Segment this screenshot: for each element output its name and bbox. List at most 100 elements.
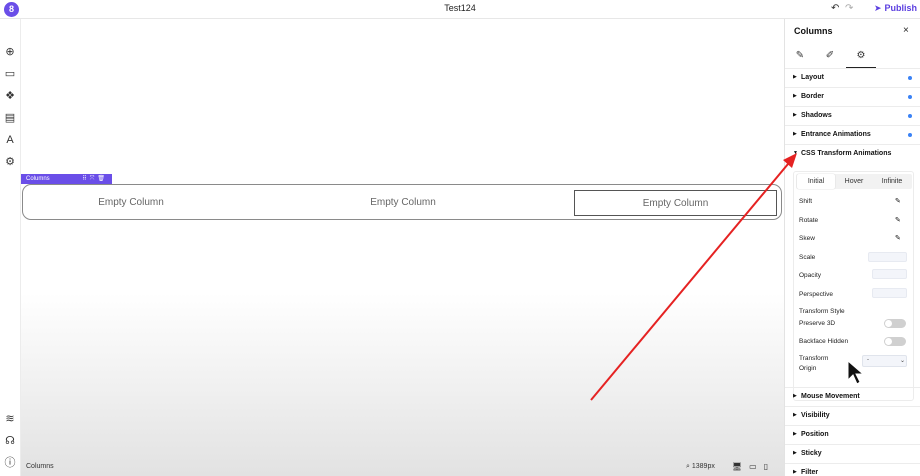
pencil-icon[interactable]: ✎ — [785, 50, 815, 61]
transform-origin-value: - — [867, 357, 869, 363]
canvas-width-value: 1389px — [691, 463, 715, 470]
add-icon[interactable]: ⊕ — [4, 46, 16, 58]
mobile-icon[interactable]: ▯ — [764, 462, 775, 471]
panel-title: Columns — [794, 26, 833, 36]
columns-block[interactable]: Empty Column Empty Column Empty Column — [22, 184, 782, 220]
scale-input[interactable] — [868, 252, 907, 262]
redo-icon[interactable]: ↷ — [845, 3, 853, 14]
preserve-3d-toggle[interactable] — [884, 319, 906, 328]
gear-icon[interactable]: ⚙ — [846, 50, 876, 68]
publish-button[interactable]: ➤ Publish — [874, 3, 917, 14]
perspective-input[interactable] — [872, 288, 907, 298]
chevron-down-icon: ⌄ — [900, 358, 906, 364]
breadcrumb[interactable]: Columns — [26, 463, 54, 470]
components-icon[interactable]: ❖ — [4, 90, 16, 102]
publish-label: Publish — [884, 3, 918, 13]
section-filter[interactable]: ▶ Filter — [785, 463, 920, 476]
canvas-width: ⌕ 1389px — [686, 463, 715, 471]
preserve-3d-label: Preserve 3D — [799, 320, 836, 327]
section-shadows[interactable]: ▶ Shadows — [785, 106, 920, 125]
tag-actions[interactable]: ⠿⤧🗑 — [82, 174, 108, 184]
section-label: Shadows — [801, 112, 832, 119]
section-sticky[interactable]: ▶ Sticky — [785, 444, 920, 463]
rotate-label: Rotate — [799, 217, 819, 224]
section-label: Visibility — [801, 412, 830, 419]
device-switcher[interactable]: 🖥▭▯ — [732, 462, 775, 471]
settings-icon[interactable]: ⚙ — [4, 156, 16, 168]
section-mouse-movement[interactable]: ▶ Mouse Movement — [785, 387, 920, 406]
scale-label: Scale — [799, 254, 816, 261]
caret-right-icon: ▶ — [793, 450, 797, 456]
selection-tag-label: Columns — [26, 176, 50, 182]
brush-icon[interactable]: ✐ — [815, 50, 845, 61]
section-label: Border — [801, 93, 824, 100]
mouse-cursor-icon — [847, 360, 864, 385]
section-label: Filter — [801, 469, 819, 476]
modified-dot — [908, 114, 912, 118]
top-bar: 8 Test124 ↶ ↷ ➤ Publish — [0, 0, 920, 19]
tab-infinite[interactable]: Infinite — [873, 174, 911, 189]
layers-icon[interactable]: ≋ — [4, 413, 16, 425]
tab-initial[interactable]: Initial — [797, 174, 835, 189]
caret-right-icon: ▶ — [793, 93, 797, 99]
caret-down-icon: ▼ — [793, 150, 798, 156]
opacity-label: Opacity — [799, 272, 822, 279]
support-icon[interactable]: ☊ — [4, 435, 16, 447]
skew-label: Skew — [799, 235, 815, 242]
column-1[interactable]: Empty Column — [31, 190, 231, 216]
properties-panel: Columns × ✎ ✐ ⚙ ▶ Layout ▶ Border ▶ Shad… — [784, 19, 920, 476]
undo-icon[interactable]: ↶ — [831, 3, 839, 14]
caret-right-icon: ▶ — [793, 412, 797, 418]
transform-origin-label-2: Origin — [799, 365, 817, 372]
edit-rotate-icon[interactable]: ✎ — [895, 216, 901, 224]
section-label: Sticky — [801, 450, 822, 457]
caret-right-icon: ▶ — [793, 112, 797, 118]
selection-tag[interactable]: Columns ⠿⤧🗑 — [21, 174, 112, 184]
left-toolbar: ⊕ ▭ ❖ ▤ A ⚙ ≋ ☊ ⓘ — [0, 19, 21, 476]
backface-hidden-toggle[interactable] — [884, 337, 906, 346]
info-icon[interactable]: ⓘ — [4, 457, 16, 469]
perspective-label: Perspective — [799, 291, 833, 298]
modified-dot — [908, 133, 912, 137]
toggle-knob — [885, 338, 892, 345]
caret-right-icon: ▶ — [793, 74, 797, 80]
edit-skew-icon[interactable]: ✎ — [895, 234, 901, 242]
shift-label: Shift — [799, 198, 813, 205]
column-2[interactable]: Empty Column — [303, 190, 503, 216]
section-border[interactable]: ▶ Border — [785, 87, 920, 106]
column-3[interactable]: Empty Column — [574, 190, 777, 216]
caret-right-icon: ▶ — [793, 131, 797, 137]
modified-dot — [908, 76, 912, 80]
state-tabs: Initial Hover Infinite — [796, 174, 912, 189]
modified-dot — [908, 95, 912, 99]
caret-right-icon: ▶ — [793, 469, 797, 475]
caret-right-icon: ▶ — [793, 393, 797, 399]
transform-origin-select[interactable]: - ⌄ — [862, 355, 907, 367]
transform-origin-label-1: Transform — [799, 355, 829, 362]
section-layout[interactable]: ▶ Layout — [785, 68, 920, 87]
transform-style-label: Transform Style — [799, 308, 845, 315]
section-label: Layout — [801, 74, 824, 81]
section-icon[interactable]: ▭ — [4, 68, 16, 80]
editor-canvas[interactable]: Columns ⠿⤧🗑 Empty Column Empty Column Em… — [21, 19, 784, 476]
opacity-input[interactable] — [872, 269, 907, 279]
document-title: Test124 — [444, 3, 476, 13]
tab-hover[interactable]: Hover — [835, 174, 873, 189]
edit-shift-icon[interactable]: ✎ — [895, 197, 901, 205]
desktop-icon[interactable]: 🖥 — [732, 462, 749, 471]
close-icon[interactable]: × — [903, 25, 909, 36]
section-position[interactable]: ▶ Position — [785, 425, 920, 444]
toggle-knob — [885, 320, 892, 327]
backface-hidden-label: Backface Hidden — [799, 338, 849, 345]
section-css-transform-animations[interactable]: ▼ CSS Transform Animations — [785, 144, 920, 163]
caret-right-icon: ▶ — [793, 431, 797, 437]
section-label: CSS Transform Animations — [801, 150, 892, 157]
section-label: Entrance Animations — [801, 131, 871, 138]
section-visibility[interactable]: ▶ Visibility — [785, 406, 920, 425]
typography-icon[interactable]: A — [4, 134, 16, 146]
rocket-icon: ➤ — [874, 3, 882, 13]
section-label: Mouse Movement — [801, 393, 860, 400]
tablet-icon[interactable]: ▭ — [749, 462, 764, 471]
section-entrance-animations[interactable]: ▶ Entrance Animations — [785, 125, 920, 144]
pages-icon[interactable]: ▤ — [4, 112, 16, 124]
